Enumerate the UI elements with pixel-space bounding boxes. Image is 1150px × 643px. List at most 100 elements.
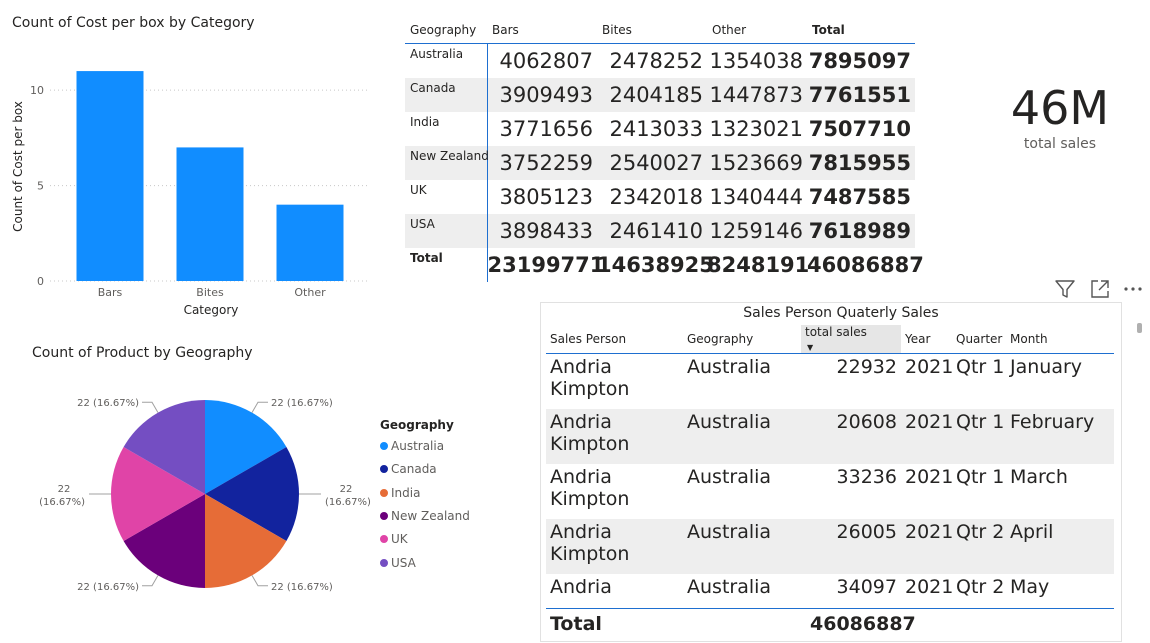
- matrix-row[interactable]: India 3771656 2413033 1323021 7507710: [405, 112, 915, 146]
- geography-category-matrix[interactable]: Geography Bars Bites Other Total Austral…: [405, 16, 924, 282]
- matrix-total-total: 46086887: [807, 248, 924, 282]
- pie-data-label: 22 (16.67%): [39, 484, 85, 508]
- filter-icon[interactable]: [1053, 277, 1077, 301]
- bar-chart[interactable]: 0 5 10 Bars Bites Other Category Count of Cost …: [0, 40, 380, 325]
- cell-person: Andria: [546, 574, 683, 602]
- legend-item[interactable]: Canada: [380, 462, 437, 476]
- cell-geo: Australia: [683, 519, 801, 574]
- legend-label: USA: [391, 555, 416, 570]
- cell-quarter: Qtr 1: [952, 409, 1006, 464]
- matrix-cell-other: 1340444: [707, 180, 807, 214]
- matrix-row[interactable]: Australia 4062807 2478252 1354038 7895097: [405, 43, 915, 78]
- cell-quarter: Qtr 1: [952, 464, 1006, 519]
- more-options-icon[interactable]: [1121, 277, 1145, 301]
- matrix-total-other: 8248191: [707, 248, 809, 282]
- legend-label: Canada: [391, 462, 437, 477]
- table-row[interactable]: Andria Australia 34097 2021 Qtr 2 May: [546, 574, 1114, 602]
- table-row[interactable]: Andria Kimpton Australia 20608 2021 Qtr 1 Feb…: [546, 409, 1114, 464]
- legend-label: UK: [391, 532, 408, 547]
- matrix-header-geography[interactable]: Geography: [405, 16, 487, 44]
- bar[interactable]: [276, 204, 344, 281]
- legend-item[interactable]: Australia: [380, 439, 444, 453]
- matrix-row[interactable]: New Zealand 3752259 2540027 1523669 7815955: [405, 146, 915, 180]
- pie-chart-title: Count of Product by Geography: [32, 345, 253, 361]
- x-tick-label: Bites: [196, 286, 224, 299]
- cell-geo: Australia: [683, 574, 801, 602]
- legend-title: Geography: [380, 418, 454, 432]
- matrix-cell-bites: 2478252: [597, 43, 707, 78]
- x-tick-label: Bars: [98, 286, 123, 299]
- pie-data-label: 22 (16.67%): [77, 582, 139, 593]
- table-row[interactable]: Andria Kimpton Australia 22932 2021 Qtr 1 Jan…: [546, 353, 1114, 409]
- leader-line: [251, 401, 268, 413]
- matrix-cell-other: 1447873: [707, 78, 807, 112]
- matrix-cell-total: 7761551: [807, 78, 915, 112]
- cell-year: 2021: [901, 519, 953, 574]
- header-sales-person[interactable]: Sales Person: [546, 325, 683, 354]
- cell-geo: Australia: [683, 353, 801, 409]
- matrix-row-header: UK: [405, 180, 488, 214]
- matrix-header-other[interactable]: Other: [707, 16, 807, 44]
- matrix-header-total[interactable]: Total: [807, 16, 915, 44]
- pie-data-label: 22 (16.67%): [271, 582, 333, 593]
- cell-geo: Australia: [683, 409, 801, 464]
- bar[interactable]: [176, 147, 244, 281]
- cell-year: 2021: [901, 574, 953, 602]
- matrix-cell-total: 7507710: [807, 112, 915, 146]
- matrix-row-header: USA: [405, 214, 488, 248]
- header-quarter[interactable]: Quarter: [952, 325, 1006, 354]
- table-scrollbar[interactable]: [1137, 323, 1142, 333]
- matrix-cell-bars: 3771656: [487, 112, 597, 146]
- legend-item[interactable]: USA: [380, 556, 416, 570]
- matrix-header-bites[interactable]: Bites: [597, 16, 707, 44]
- sales-table-header-row: Sales Person Geography total sales ▼ Yea…: [546, 325, 1114, 354]
- cell-year: 2021: [901, 464, 953, 519]
- matrix-cell-bars: 3898433: [487, 214, 597, 248]
- matrix-row-header: India: [405, 112, 488, 146]
- table-row[interactable]: Andria Kimpton Australia 26005 2021 Qtr 2 Apr…: [546, 519, 1114, 574]
- header-month[interactable]: Month: [1006, 325, 1114, 354]
- matrix-cell-total: 7815955: [807, 146, 915, 180]
- matrix-header-bars[interactable]: Bars: [487, 16, 597, 44]
- matrix-cell-bars: 3909493: [487, 78, 597, 112]
- sales-table-total-row: Total 46086887: [546, 608, 1114, 641]
- matrix-total-row: Total 23199771 14638925 8248191 46086887: [405, 248, 924, 282]
- cell-person: Andria Kimpton: [546, 353, 683, 409]
- legend-marker: [380, 511, 388, 520]
- cell-year: 2021: [901, 353, 953, 409]
- cell-month: April: [1006, 519, 1114, 574]
- cell-year: 2021: [901, 409, 953, 464]
- matrix-cell-bars: 3805123: [487, 180, 597, 214]
- focus-mode-icon[interactable]: [1088, 277, 1112, 301]
- y-tick-label: 5: [37, 180, 44, 193]
- sales-person-table[interactable]: Sales Person Quaterly Sales Sales Person…: [540, 302, 1142, 642]
- matrix-row-header: Canada: [405, 78, 488, 112]
- bar[interactable]: [76, 71, 144, 281]
- matrix-row[interactable]: Canada 3909493 2404185 1447873 7761551: [405, 78, 915, 112]
- matrix-total-bars: 23199771: [487, 248, 604, 282]
- cell-month: January: [1006, 353, 1114, 409]
- matrix-cell-other: 1354038: [707, 43, 807, 78]
- x-axis-title: Category: [184, 303, 239, 317]
- legend-item[interactable]: India: [380, 486, 420, 500]
- legend-item[interactable]: New Zealand: [380, 509, 470, 523]
- header-year[interactable]: Year: [901, 325, 952, 354]
- legend-item[interactable]: UK: [380, 532, 408, 546]
- header-total-sales[interactable]: total sales ▼: [801, 325, 901, 354]
- header-geography[interactable]: Geography: [683, 325, 801, 354]
- matrix-cell-other: 1259146: [707, 214, 807, 248]
- pie-chart[interactable]: 22 (16.67%) 22 (16.67%) 22 (16.67%) 22 (16.6…: [0, 370, 380, 620]
- matrix-row[interactable]: USA 3898433 2461410 1259146 7618989: [405, 214, 915, 248]
- matrix-header-row: Geography Bars Bites Other Total: [405, 16, 915, 44]
- card-value: 46M: [1010, 81, 1110, 135]
- matrix-cell-bites: 2404185: [597, 78, 707, 112]
- matrix-row[interactable]: UK 3805123 2342018 1340444 7487585: [405, 180, 915, 214]
- matrix-total-geo: Total: [405, 248, 488, 282]
- legend-label: New Zealand: [391, 508, 470, 523]
- table-row[interactable]: Andria Kimpton Australia 33236 2021 Qtr 1 Mar…: [546, 464, 1114, 519]
- matrix-cell-bites: 2342018: [597, 180, 707, 214]
- pie-data-label: 22 (16.67%): [271, 398, 333, 409]
- matrix-cell-total: 7487585: [807, 180, 915, 214]
- total-sales-card[interactable]: 46M total sales: [990, 80, 1130, 152]
- cell-sales: 20608: [801, 409, 901, 464]
